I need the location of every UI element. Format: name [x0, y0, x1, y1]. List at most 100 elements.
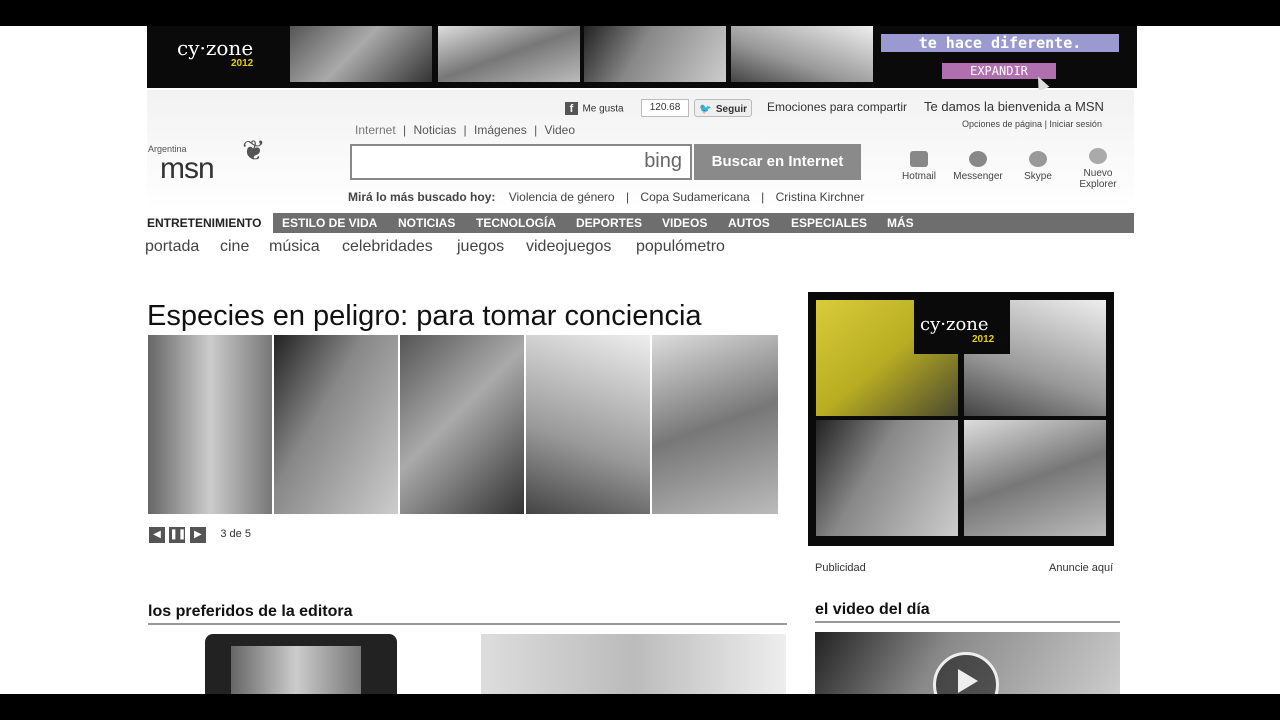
ad-label: Publicidad [815, 562, 866, 574]
slogan: Emociones para compartir [767, 100, 908, 114]
banner-ad[interactable]: cy·zone 2012 te hace diferente. EXPANDIR [147, 26, 1137, 92]
nav-noticias[interactable]: NOTICIAS [398, 213, 455, 233]
messenger-icon [969, 151, 987, 167]
app-explorer[interactable]: Nuevo Explorer [1068, 148, 1128, 190]
twitter-follow-button[interactable]: 🐦 Seguir [694, 99, 752, 117]
nav-autos[interactable]: AUTOS [728, 213, 770, 233]
editor-pick-phone-screen [231, 646, 361, 694]
ad-photo-4 [964, 420, 1106, 536]
msn-logo[interactable]: Argentina msn ❦ [148, 132, 273, 188]
editor-picks-heading[interactable]: los preferidos de la editora [148, 603, 353, 621]
nav-videos[interactable]: VIDEOS [662, 213, 707, 233]
play-triangle [958, 669, 978, 693]
gallery-controls: ◀ ❚❚ ▶ 3 de 5 [149, 524, 251, 543]
page-options-link[interactable]: Opciones de página [962, 119, 1042, 129]
next-button[interactable]: ▶ [189, 527, 206, 543]
search-input[interactable]: bing [350, 144, 692, 180]
like-count: 120.68 [641, 99, 689, 117]
subnav-celebridades[interactable]: celebridades [342, 238, 433, 256]
ad-year: 2012 [972, 334, 995, 345]
app-hotmail[interactable]: Hotmail [889, 151, 949, 182]
sub-nav: portada cine música celebridades juegos … [145, 238, 845, 260]
subnav-portada[interactable]: portada [145, 238, 199, 256]
welcome-text: Te damos la bienvenida a MSN [924, 99, 1104, 114]
banner-photo-1 [290, 26, 432, 82]
scope-noticias[interactable]: Noticias [414, 123, 457, 137]
banner-logo: cy·zone 2012 [175, 30, 275, 76]
scope-internet[interactable]: Internet [355, 123, 396, 137]
gallery-photo-possum[interactable] [148, 335, 272, 514]
ad-photo-3 [816, 420, 958, 536]
banner-brand: cy·zone [177, 36, 254, 60]
prev-button[interactable]: ◀ [149, 527, 165, 543]
nav-active-entretenimiento[interactable]: ENTRETENIMIENTO [147, 213, 273, 233]
trending-label: Mirá lo más buscado hoy: [348, 190, 496, 204]
logo-text: msn [160, 152, 215, 185]
twitter-icon: 🐦 [698, 104, 712, 115]
gallery-photo-devil[interactable] [400, 335, 524, 514]
banner-year: 2012 [231, 58, 254, 69]
gallery-photo-echidna[interactable] [274, 335, 398, 514]
subnav-videojuegos[interactable]: videojuegos [526, 238, 611, 256]
like-label: Me gusta [582, 103, 624, 115]
trending-link-1[interactable]: Violencia de género [509, 190, 615, 204]
nav-tecnologia[interactable]: TECNOLOGÍA [476, 213, 556, 233]
butterfly-icon: ❦ [242, 135, 266, 166]
editor-pick-2[interactable] [481, 634, 786, 694]
editor-pick-phone[interactable] [205, 634, 397, 694]
account-links: Opciones de página | Iniciar sesión [962, 119, 1102, 129]
search-button[interactable]: Buscar en Internet [694, 144, 861, 180]
trending-searches: Mirá lo más buscado hoy: Violencia de gé… [348, 190, 865, 204]
video-of-day-heading[interactable]: el video del día [815, 601, 930, 619]
banner-photo-3 [584, 26, 726, 82]
gallery-photo-koala[interactable] [526, 335, 650, 514]
search-scopes: Internet | Noticias | Imágenes | Video [355, 123, 576, 137]
app-messenger-label: Messenger [953, 171, 1003, 182]
banner-photo-2 [438, 26, 580, 82]
scope-imagenes[interactable]: Imágenes [474, 123, 527, 137]
nav-deportes[interactable]: DEPORTES [576, 213, 642, 233]
nav-especiales[interactable]: ESPECIALES [791, 213, 867, 233]
feature-gallery [148, 335, 778, 514]
app-hotmail-label: Hotmail [902, 171, 936, 182]
ad-logo: cy·zone 2012 [914, 296, 1010, 354]
mail-icon [910, 151, 928, 167]
letterbox-top [0, 0, 1280, 26]
trending-link-3[interactable]: Cristina Kirchner [776, 190, 865, 204]
nav-estilo-de-vida[interactable]: ESTILO DE VIDA [282, 213, 377, 233]
app-skype-label: Skype [1024, 171, 1052, 182]
gallery-counter: 3 de 5 [220, 528, 251, 540]
editor-picks-rule [148, 623, 787, 625]
trending-link-2[interactable]: Copa Sudamericana [640, 190, 749, 204]
main-nav: ENTRETENIMIENTO ESTILO DE VIDA NOTICIAS … [147, 213, 1134, 233]
internet-explorer-icon [1089, 148, 1107, 164]
app-messenger[interactable]: Messenger [948, 151, 1008, 182]
scope-video[interactable]: Video [545, 123, 575, 137]
follow-label: Seguir [715, 104, 748, 115]
subnav-juegos[interactable]: juegos [457, 238, 504, 256]
sidebar-ad[interactable]: cy·zone 2012 [808, 292, 1114, 546]
video-of-day-rule [815, 621, 1120, 623]
skype-icon [1029, 151, 1047, 167]
facebook-icon: f [565, 102, 578, 116]
feature-title[interactable]: Especies en peligro: para tomar concienc… [147, 300, 702, 333]
subnav-musica[interactable]: música [269, 238, 320, 256]
nav-mas[interactable]: MÁS [887, 213, 914, 233]
pause-button[interactable]: ❚❚ [169, 527, 186, 543]
banner-tagline: te hace diferente. [881, 34, 1119, 52]
facebook-like-button[interactable]: f Me gusta [565, 100, 624, 116]
gallery-photo-bird[interactable] [652, 335, 778, 514]
subnav-cine[interactable]: cine [220, 238, 249, 256]
letterbox-bottom [0, 694, 1280, 720]
advertise-link[interactable]: Anuncie aquí [1049, 562, 1113, 574]
banner-photo-4 [731, 26, 873, 82]
video-thumbnail[interactable] [815, 632, 1120, 694]
sign-in-link[interactable]: Iniciar sesión [1049, 119, 1102, 129]
browser-viewport: cy·zone 2012 te hace diferente. EXPANDIR… [0, 26, 1280, 694]
ad-brand: cy·zone [920, 314, 989, 335]
app-explorer-label: Nuevo Explorer [1079, 168, 1117, 190]
subnav-populometro[interactable]: populómetro [636, 238, 725, 256]
play-icon[interactable] [933, 652, 999, 694]
bing-logo: bing [644, 150, 682, 172]
app-skype[interactable]: Skype [1008, 151, 1068, 182]
